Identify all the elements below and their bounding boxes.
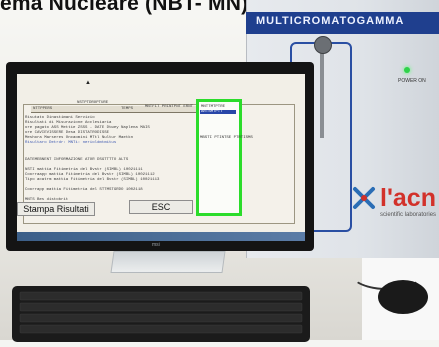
computer-mouse[interactable]	[378, 280, 428, 314]
monitor-screen: ▲ NTTPPERS NSTPTDROPTURE TEMPS MNTFIT PR…	[17, 74, 305, 232]
keyboard[interactable]	[12, 286, 310, 342]
instrument-model-label: MULTICROMATOGAMMA	[256, 15, 405, 27]
os-taskbar[interactable]	[17, 232, 305, 241]
result-line: Risutato Dinastimani Servizio	[25, 116, 95, 120]
acn-logo-icon	[353, 187, 375, 209]
result-line: Coorraapp mattia Fitimetria del Bvstr (S…	[25, 173, 155, 177]
tab-1[interactable]: NTTPPERS	[33, 107, 52, 111]
brand-logo-text: l'acn	[380, 184, 436, 212]
esc-button[interactable]: ESC	[129, 200, 193, 214]
result-line: NSTI mattia Fitimetria del Bvstr (SIMBL)…	[25, 168, 143, 172]
panel-item-label[interactable]: ARTSMTPTT	[201, 110, 223, 114]
keyboard-keys-icon	[19, 291, 303, 334]
power-led-icon	[404, 67, 410, 73]
power-led-label: POWER ON	[398, 78, 426, 84]
monitor-stand	[110, 251, 226, 273]
result-line: ore pagato ASS Mettie ZSSS - DATE Dtwey …	[25, 126, 150, 130]
result-line: Tipo acatrm mattia Fitimetria del Bvstr …	[25, 178, 160, 182]
selection-panel	[196, 99, 242, 216]
result-line: DATEMEBNENT INFORMAZIONE ATOR DSGTTTTO A…	[25, 158, 129, 162]
panel-item[interactable]: MNTTMTPTRE	[201, 105, 225, 109]
caption-title: ema Nucleare (NBT- MN).	[0, 0, 255, 15]
brand-subtitle: scientific laboratories	[380, 212, 437, 218]
tab-4[interactable]: MNTFIT PRINTPNT ERNT	[145, 105, 193, 109]
print-results-button[interactable]: Stampa Risultati	[17, 202, 95, 216]
tab-3[interactable]: TEMPS	[121, 107, 133, 111]
mouse-pointer-icon: ▲	[85, 80, 91, 86]
panel-footer: MBSTI PTINTSE PTRTISMS	[200, 136, 253, 140]
result-line: Meshora Marseres Oncaomini MTtl Nultur M…	[25, 136, 134, 140]
result-line: Coorrapp mattia Fitimetria del STTMSTGRD…	[25, 188, 143, 192]
result-line: ore CAVIEVISSERE Desa DISTATRODISSE	[25, 131, 110, 135]
detector-knob-icon	[314, 36, 332, 54]
detector-tube	[320, 50, 324, 138]
tab-2[interactable]: NSTPTDROPTURE	[77, 101, 108, 105]
monitor-brand-label: msi	[152, 242, 160, 248]
result-line: Risultati di Misurazione Acclesiaria	[25, 121, 112, 125]
result-line: Risultaro Detrdr: MNTi: nerioldmtmitus	[25, 141, 117, 145]
